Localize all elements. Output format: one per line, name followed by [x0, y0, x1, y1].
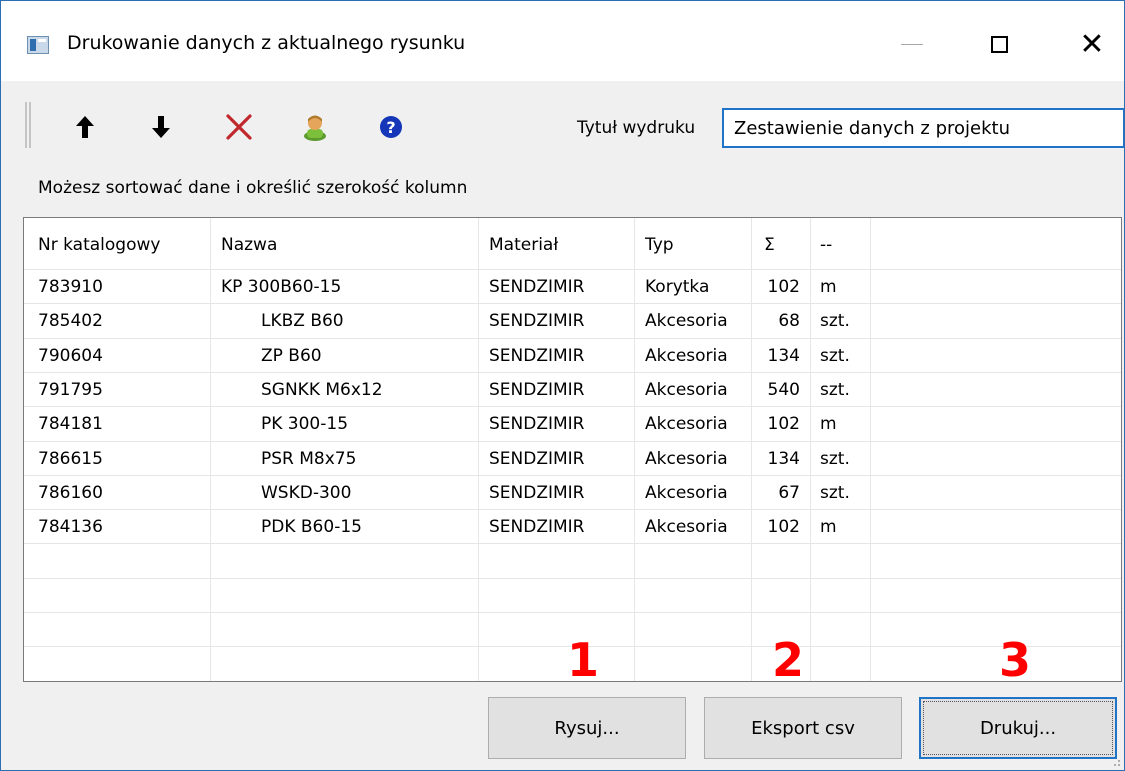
column-header[interactable]: Nazwa — [221, 235, 277, 255]
close-icon: ✕ — [1079, 26, 1105, 62]
table-cell: 783910 — [38, 277, 103, 297]
title-bar[interactable]: Drukowanie danych z aktualnego rysunku ✕ — [1, 1, 1124, 81]
column-header[interactable]: -- — [820, 235, 832, 255]
annotation-1: 1 — [567, 633, 600, 687]
table-cell: ZP B60 — [261, 346, 322, 366]
table-cell: PSR M8x75 — [261, 449, 357, 469]
toolbar-grip[interactable] — [25, 102, 31, 148]
resize-grip-icon[interactable] — [1111, 757, 1121, 767]
app-icon — [27, 36, 49, 54]
table-cell: Korytka — [645, 277, 710, 297]
maximize-button[interactable] — [968, 19, 1030, 69]
user-icon — [304, 115, 326, 141]
table-cell: SGNKK M6x12 — [261, 380, 383, 400]
focus-rect — [923, 701, 1113, 755]
table-cell: m — [820, 277, 837, 297]
table-cell: m — [820, 414, 837, 434]
table-cell: 102 — [767, 277, 800, 297]
move-down-button[interactable] — [145, 111, 177, 143]
annotation-2: 2 — [772, 633, 805, 687]
grid-row-divider — [24, 612, 1121, 613]
table-cell: SENDZIMIR — [489, 449, 585, 469]
table-cell: SENDZIMIR — [489, 414, 585, 434]
column-header[interactable]: Nr katalogowy — [38, 235, 160, 255]
export-csv-button[interactable]: Eksport csv — [704, 697, 902, 759]
help-button[interactable]: ? — [375, 111, 407, 143]
maximize-icon — [990, 35, 1008, 53]
grid-row-divider — [24, 372, 1121, 373]
print-title-input[interactable] — [722, 108, 1124, 148]
table-cell: 784181 — [38, 414, 103, 434]
table-cell: Akcesoria — [645, 414, 728, 434]
table-cell: Akcesoria — [645, 346, 728, 366]
table-cell: SENDZIMIR — [489, 277, 585, 297]
table-cell: 785402 — [38, 311, 103, 331]
grid-row-divider — [24, 509, 1121, 510]
user-button[interactable] — [299, 111, 331, 143]
grid-row-divider — [24, 578, 1121, 579]
grid-row-divider — [24, 475, 1121, 476]
arrow-up-icon — [76, 116, 94, 138]
svg-text:?: ? — [386, 118, 395, 137]
grid-row-divider — [24, 406, 1121, 407]
table-cell: 67 — [778, 483, 800, 503]
table-cell: SENDZIMIR — [489, 380, 585, 400]
grid-row-divider — [24, 543, 1121, 544]
data-table[interactable]: Nr katalogowy Nazwa Materiał Typ Σ -- 783910 KP… — [23, 217, 1122, 682]
column-header[interactable]: Materiał — [489, 235, 558, 255]
draw-button[interactable]: Rysuj... — [488, 697, 686, 759]
move-up-button[interactable] — [69, 111, 101, 143]
minimize-icon — [901, 43, 923, 45]
print-button[interactable]: Drukuj... — [919, 697, 1117, 759]
arrow-down-icon — [152, 116, 170, 138]
grid-row-divider — [24, 269, 1121, 270]
table-cell: m — [820, 517, 837, 537]
table-cell: PDK B60-15 — [261, 517, 362, 537]
minimize-button[interactable] — [881, 19, 943, 69]
table-cell: LKBZ B60 — [261, 311, 344, 331]
delete-icon — [226, 114, 252, 140]
grid-row-divider — [24, 338, 1121, 339]
grid-row-divider — [24, 303, 1121, 304]
print-title-label: Tytuł wydruku — [577, 118, 696, 138]
table-cell: szt. — [820, 346, 850, 366]
annotation-3: 3 — [999, 633, 1032, 687]
table-cell: 791795 — [38, 380, 103, 400]
hint-text: Możesz sortować dane i określić szerokoś… — [38, 178, 468, 198]
table-cell: SENDZIMIR — [489, 517, 585, 537]
table-cell: 134 — [767, 449, 800, 469]
table-cell: WSKD-300 — [261, 483, 352, 503]
table-cell: 134 — [767, 346, 800, 366]
table-cell: Akcesoria — [645, 449, 728, 469]
help-icon: ? — [380, 116, 402, 138]
table-cell: szt. — [820, 449, 850, 469]
table-cell: SENDZIMIR — [489, 483, 585, 503]
table-cell: szt. — [820, 483, 850, 503]
table-cell: Akcesoria — [645, 483, 728, 503]
table-cell: 102 — [767, 414, 800, 434]
table-cell: KP 300B60-15 — [221, 277, 342, 297]
print-dialog-window: Drukowanie danych z aktualnego rysunku ✕ — [0, 0, 1125, 771]
table-cell: 540 — [767, 380, 800, 400]
table-cell: Akcesoria — [645, 517, 728, 537]
table-cell: szt. — [820, 380, 850, 400]
table-cell: szt. — [820, 311, 850, 331]
column-header[interactable]: Σ — [764, 235, 775, 255]
table-cell: SENDZIMIR — [489, 311, 585, 331]
table-cell: Akcesoria — [645, 380, 728, 400]
table-cell: 102 — [767, 517, 800, 537]
table-cell: PK 300-15 — [261, 414, 349, 434]
table-cell: 790604 — [38, 346, 103, 366]
delete-button[interactable] — [223, 111, 255, 143]
table-cell: 786160 — [38, 483, 103, 503]
grid-row-divider — [24, 441, 1121, 442]
table-cell: 786615 — [38, 449, 103, 469]
table-cell: 68 — [778, 311, 800, 331]
window-title: Drukowanie danych z aktualnego rysunku — [67, 32, 466, 54]
table-cell: SENDZIMIR — [489, 346, 585, 366]
close-button[interactable]: ✕ — [1061, 19, 1123, 69]
table-cell: 784136 — [38, 517, 103, 537]
table-cell: Akcesoria — [645, 311, 728, 331]
column-header[interactable]: Typ — [645, 235, 674, 255]
